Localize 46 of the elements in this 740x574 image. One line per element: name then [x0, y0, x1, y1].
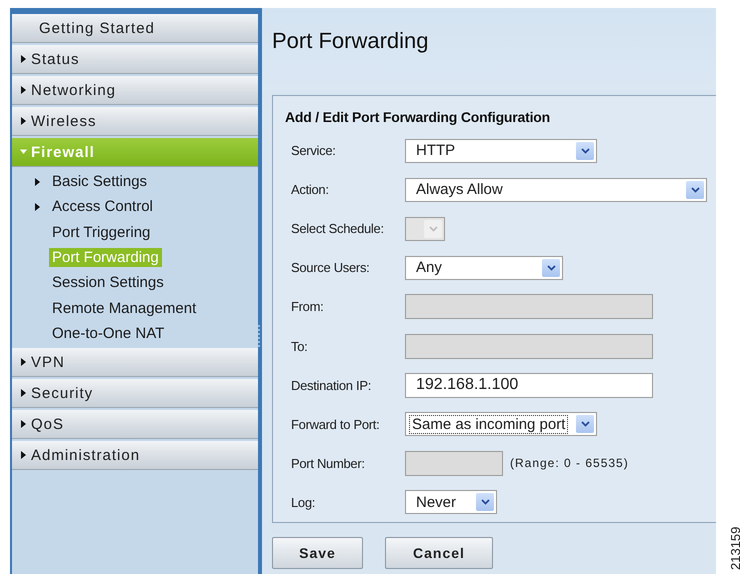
collapsed-arrow-icon [34, 178, 40, 186]
field-label: Select Schedule: [290, 221, 385, 236]
collapsed-arrow-icon [20, 451, 27, 460]
figure-number: 213159 [728, 526, 740, 570]
field-label: Service: [290, 143, 337, 158]
expanded-arrow-icon [20, 148, 27, 156]
collapsed-arrow-icon [20, 420, 27, 428]
sidebar-item[interactable]: Getting Started [12, 14, 258, 43]
sidebar-subitem[interactable]: One-to-One NAT [49, 324, 168, 343]
section-heading: Add / Edit Port Forwarding Configuration [285, 109, 551, 125]
save-button[interactable]: Save [272, 537, 363, 569]
dropdown[interactable]: Any [405, 256, 563, 280]
dropdown[interactable]: Always Allow [405, 178, 707, 202]
range-hint: (Range: 0 - 65535) [510, 456, 629, 470]
sidebar-subitem[interactable]: Port Triggering [49, 222, 154, 242]
collapsed-arrow-icon [20, 117, 27, 125]
input-field[interactable]: 192.168.1.100 [405, 372, 653, 398]
collapsed-arrow-icon [20, 389, 27, 398]
collapsed-arrow-icon [34, 202, 40, 211]
dropdown[interactable]: HTTP [405, 138, 597, 163]
sidebar-item[interactable]: Wireless [12, 107, 258, 136]
sidebar-item[interactable]: Administration [12, 441, 258, 470]
dropdown[interactable]: Same as incoming port [405, 412, 597, 436]
field-label: From: [290, 299, 324, 314]
field-label: Port Number: [290, 456, 366, 471]
field-label: Source Users: [290, 260, 370, 276]
sidebar-subitem[interactable]: Session Settings [49, 273, 167, 292]
field-label: Forward to Port: [290, 416, 380, 432]
field-label: To: [290, 338, 308, 354]
collapsed-arrow-icon [20, 86, 27, 94]
field-label: Action: [290, 182, 330, 198]
sidebar-subitem[interactable]: Access Control [49, 197, 156, 216]
field-label: Log: [290, 494, 316, 510]
page-title: Port Forwarding [272, 28, 429, 54]
sidebar-item[interactable]: Status [12, 45, 258, 74]
sidebar-item[interactable]: QoS [12, 410, 258, 440]
dropdown[interactable]: Never [405, 490, 497, 514]
field-label: Destination IP: [290, 378, 372, 393]
collapsed-arrow-icon [20, 358, 27, 366]
collapsed-arrow-icon [20, 55, 27, 63]
sidebar-item[interactable]: Networking [12, 76, 258, 105]
sidebar-subitem[interactable]: Remote Management [49, 298, 200, 318]
sidebar-item[interactable]: Security [12, 379, 258, 408]
cancel-button[interactable]: Cancel [385, 537, 493, 569]
sidebar-item[interactable]: VPN [12, 348, 258, 378]
sidebar-subitem[interactable]: Basic Settings [49, 172, 150, 192]
